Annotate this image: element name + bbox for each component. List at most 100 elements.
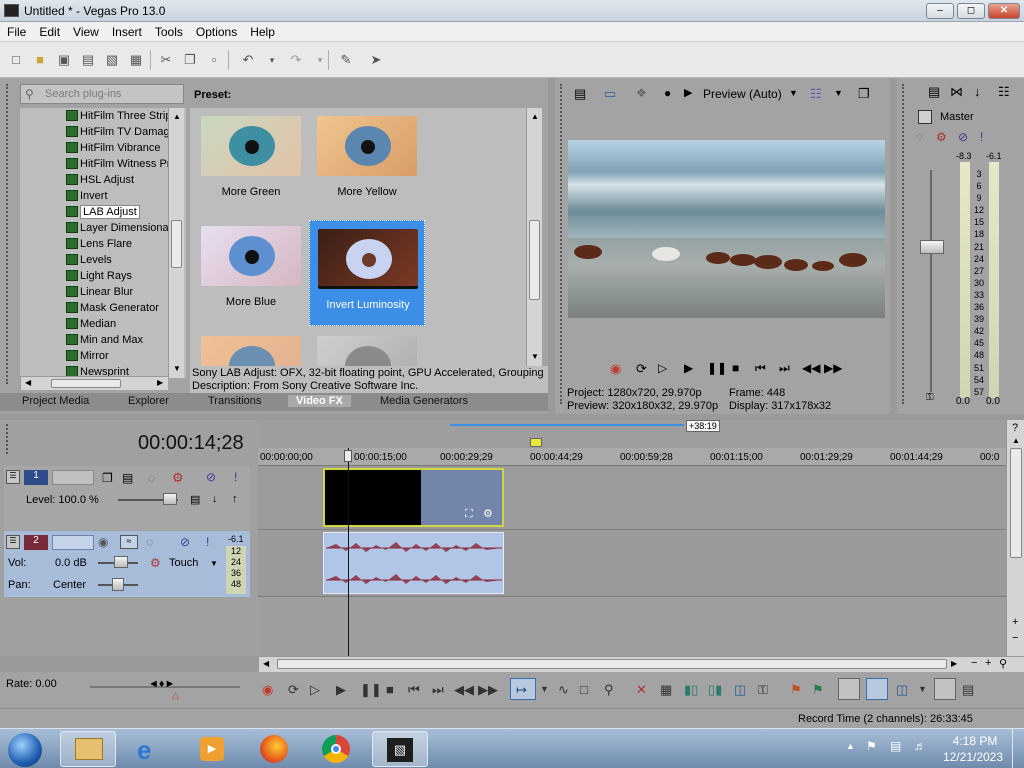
list-item[interactable]: HitFilm TV Damage [20,124,186,140]
snapping-button[interactable] [866,678,888,700]
chevron-down-icon[interactable]: ▼ [210,559,218,568]
zoom-out-icon[interactable]: − [971,657,977,669]
chevron-down-icon[interactable]: ▾ [264,52,280,68]
list-item[interactable]: Light Rays [20,268,186,284]
scroll-thumb[interactable] [529,220,540,300]
insert-bus-icon[interactable]: ▤ [928,84,940,100]
arm-record-icon[interactable]: ◉ [98,535,108,549]
timeline-hscrollbar[interactable]: ◀ ▶ − + ⚲ [258,656,1024,672]
zoom-out-icon[interactable]: − [1012,632,1018,644]
list-item[interactable]: HitFilm Vibrance [20,140,186,156]
scroll-up-icon[interactable]: ▲ [173,112,181,121]
menu-tools[interactable]: Tools [148,22,189,39]
taskbar-internet-explorer[interactable]: e [124,731,180,767]
pause-icon[interactable]: ❚❚ [707,361,727,375]
menu-edit[interactable]: Edit [32,22,66,39]
redo-icon[interactable]: ↷ [288,52,304,68]
collapse-icon[interactable]: ☰ [6,535,20,549]
tree-hscrollbar[interactable]: ◀ ▶ [20,376,168,390]
solo-icon[interactable]: ! [234,470,237,484]
list-item[interactable]: Invert [20,188,186,204]
list-item[interactable]: Layer Dimensional [20,220,186,236]
menu-options[interactable]: Options [189,22,243,39]
render-icon[interactable]: ▤ [80,52,96,68]
stop-icon[interactable]: ■ [386,682,394,697]
record-icon[interactable]: ◉ [262,682,273,698]
help-cursor-icon[interactable]: ➤ [368,52,384,68]
start-button[interactable] [8,733,42,767]
scroll-thumb[interactable] [51,379,121,388]
level-slider[interactable] [163,493,177,505]
clock-time[interactable]: 4:18 PM [946,734,1004,748]
ignore-grouping-icon[interactable]: ▤ [962,682,974,698]
gear-icon[interactable]: ⚙ [172,470,184,486]
list-item[interactable]: HSL Adjust [20,172,186,188]
move-down-icon[interactable]: ↓ [212,493,218,505]
tab-transitions[interactable]: Transitions [208,395,261,407]
list-item[interactable]: Lens Flare [20,236,186,252]
save-icon[interactable]: ▣ [56,52,72,68]
scroll-up-icon[interactable]: ▲ [531,112,539,121]
video-event[interactable]: ⛶ ⚙ [323,468,504,527]
list-item[interactable]: Linear Blur [20,284,186,300]
mute-icon[interactable]: ⊘ [180,535,190,549]
loop-playback-icon[interactable]: ⟳ [636,361,647,377]
video-fx-icon[interactable]: ● [664,86,671,100]
track-fx-icon[interactable]: ≈ [120,535,138,549]
list-item[interactable]: Levels [20,252,186,268]
play-icon[interactable]: ▶ [684,86,692,99]
scroll-down-icon[interactable]: ▼ [173,364,181,373]
list-item[interactable]: Mirror [20,348,186,364]
downmix-icon[interactable]: ⋈ [950,84,963,100]
preview-quality-dropdown[interactable]: Preview (Auto) [703,87,782,101]
track-name-field[interactable] [52,535,94,550]
minimize-button[interactable]: – [926,3,954,19]
search-input[interactable]: Search plug-ins [20,84,184,104]
next-frame-icon[interactable]: ▶▶ [824,361,842,375]
tab-video-fx[interactable]: Video FX [288,395,351,407]
lock-icon[interactable]: ⚿ [926,392,934,403]
project-properties-icon[interactable]: ▤ [574,86,586,102]
show-desktop-button[interactable] [1012,729,1024,768]
list-item[interactable]: HitFilm Witness Pr [20,156,186,172]
scroll-up-icon[interactable]: ▲ [1012,436,1020,445]
taskbar-explorer[interactable] [60,731,116,767]
dim-output-icon[interactable]: ↓ [974,84,981,99]
envelope-tool-icon[interactable]: ∿ [558,682,569,698]
timeline-vscrollbar[interactable]: ? ▲ + − [1006,420,1024,656]
chevron-down-icon[interactable]: ▼ [540,684,549,694]
volume-icon[interactable]: ♬ [914,739,926,753]
fx-chain-icon[interactable]: ◌ [916,131,923,143]
lock-envelopes-button[interactable] [934,678,956,700]
tab-explorer[interactable]: Explorer [128,395,169,407]
chevron-down-icon[interactable]: ▼ [918,684,927,694]
vol-slider[interactable] [114,556,128,568]
tree-scrollbar[interactable]: ▲ ▼ [168,108,184,378]
record-icon[interactable]: ◉ [610,361,621,377]
solo-icon[interactable]: ! [206,535,209,549]
scroll-right-icon[interactable]: ▶ [951,659,957,668]
copy-snapshot-icon[interactable]: ❐ [858,86,870,102]
brush-icon[interactable]: ✎ [338,52,354,68]
mute-icon[interactable]: ⊘ [958,130,968,144]
automation-icon[interactable]: ◌ [148,471,155,485]
chevron-down-icon[interactable]: ▾ [312,52,328,68]
track-name-field[interactable] [52,470,94,485]
zoom-in-icon[interactable]: + [1012,616,1018,628]
chevron-down-icon[interactable]: ▼ [834,88,843,98]
scroll-thumb[interactable] [171,220,182,268]
tab-project-media[interactable]: Project Media [22,395,89,407]
undo-icon[interactable]: ↶ [240,52,256,68]
export-icon[interactable]: ▧ [104,52,120,68]
menu-file[interactable]: File [0,22,32,39]
auto-crossfade-icon[interactable]: ◫ [896,682,908,698]
list-item-selected[interactable]: LAB Adjust [20,204,186,220]
maximize-button[interactable]: ◻ [957,3,985,19]
taskbar-media-player[interactable]: ▶ [186,731,242,767]
solo-icon[interactable]: ! [980,130,983,144]
list-item[interactable]: Min and Max [20,332,186,348]
auto-ripple-button[interactable] [838,678,860,700]
delete-icon[interactable]: ✕ [636,682,647,698]
action-center-icon[interactable]: ⚑ [866,739,877,753]
audio-event[interactable] [323,532,504,594]
